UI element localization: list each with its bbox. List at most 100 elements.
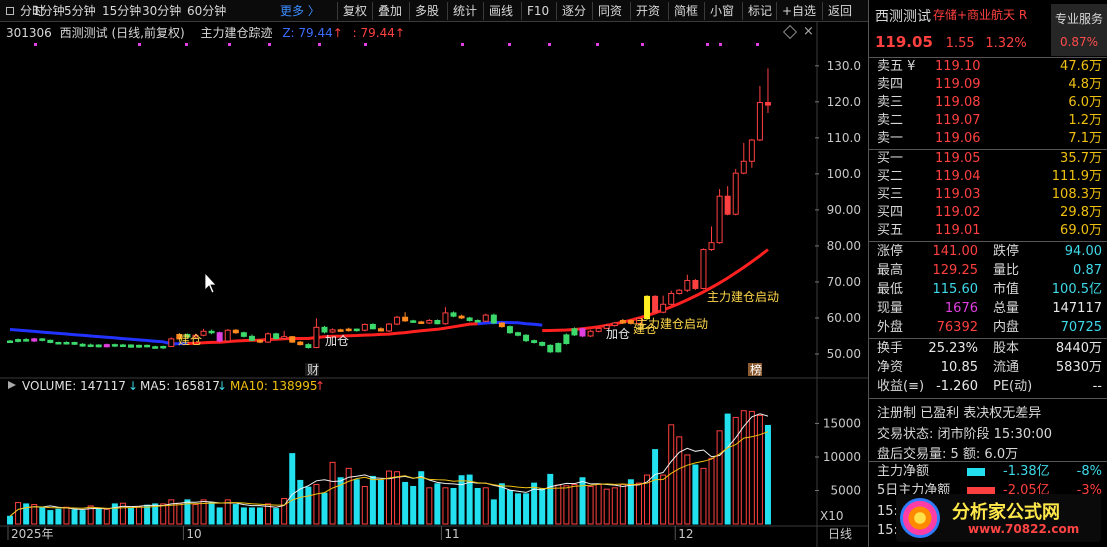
candle [458,314,465,320]
volume-bar [103,508,110,525]
candle [127,344,134,348]
quote-value: 70725 [1060,320,1102,335]
label-start: 主力建仓启动 [636,317,708,331]
candle [39,338,46,342]
volume-bar [756,414,763,525]
candlestick-chart[interactable]: 130.0 120.0 110.0 100.0 90.00 80.00 70.00 60.00… [0,0,868,547]
volume-bar [579,477,586,525]
ask-row[interactable]: 卖四 119.09 4.8万 [869,76,1107,94]
ask-cell: 119.08 [935,95,981,110]
candle [313,318,320,349]
bid-row[interactable]: 买一 119.05 35.7万 [869,150,1107,168]
volume-bar [289,453,296,525]
ask-row[interactable]: 卖五 ¥ 119.10 47.6万 [869,58,1107,76]
candle [95,344,102,348]
volume-bar [15,502,22,525]
volume-axis-label: 15000 [823,416,861,430]
volume-bar [660,474,667,525]
candle [232,329,239,334]
ask-cell: 4.8万 [1068,77,1102,92]
candle [31,337,38,343]
bid-cell: 119.03 [935,187,981,202]
quote-value: 8440万 [1055,341,1102,356]
volume-bar [321,492,328,525]
volume-bar [450,487,457,525]
info-line-status: 交易状态: 闭市阶段 15:30:00 [877,427,1053,442]
quote-key: 最低 [877,282,904,297]
volume-axis-label: 5000 [830,483,861,497]
volume-bar [361,485,368,525]
candle [523,334,530,343]
volume-bar [402,481,409,525]
volume-bar [160,503,167,525]
candle [764,68,771,113]
quote-value: 147117 [1052,301,1102,316]
signal-dot [756,43,759,46]
quote-value: -1.260 [936,379,978,394]
candle [216,331,223,343]
ask-row[interactable]: 卖二 119.07 1.2万 [869,112,1107,130]
panel-divider-line [869,338,1107,339]
pro-service-label: 专业服务 [1054,12,1103,26]
period-button[interactable]: 日线 [828,527,852,541]
volume-bar [692,464,699,525]
volume-bar [458,475,465,525]
volume-bar [619,483,626,525]
date-label: 11 [444,527,459,541]
quote-key: PE(动) [993,379,1033,394]
candle [224,329,231,342]
signal-dot [596,43,599,46]
bid-row[interactable]: 买二 119.04 111.9万 [869,168,1107,186]
candle [23,338,30,342]
candle [692,279,699,290]
label-build: 建仓 [178,333,202,347]
ask-cell: 卖一 [877,131,904,146]
volume-bar [523,493,530,525]
candle [684,274,691,293]
concept-tag[interactable]: 存储+商业航天 R [933,6,1027,23]
candle [345,327,352,332]
volume-label: VOLUME: 147117 [22,379,126,393]
ask-cell: 卖四 [877,77,904,92]
bid-row[interactable]: 买四 119.02 29.8万 [869,204,1107,222]
volume-bar [426,487,433,525]
candle [482,313,489,322]
ma5-arrow: ↓ [217,379,227,393]
candle [700,248,707,290]
candle [474,319,481,323]
ask-cell: 119.07 [935,113,981,128]
quote-row: 最高 129.25 量比 0.87 [869,262,1107,280]
volume-bar [482,487,489,525]
candle [386,323,392,333]
bid-cell: 买四 [877,205,904,220]
collapse-triangle-icon[interactable] [8,381,16,389]
volume-bar [240,507,247,525]
ask-cell: 119.06 [935,131,981,146]
volume-bar [95,508,102,525]
candle [305,343,312,349]
ask-row[interactable]: 卖三 119.08 6.0万 [869,94,1107,112]
watermark: 分析家公式网 www.70822.com [896,494,1101,542]
bid-row[interactable]: 买三 119.03 108.3万 [869,186,1107,204]
candle [756,85,763,142]
signal-dot [34,43,37,46]
bid-cell: 买一 [877,151,904,166]
volume-unit: X10 [820,509,844,523]
bid-cell: 买三 [877,187,904,202]
volume-bar [297,479,304,525]
flow-pct: -8% [1076,464,1102,479]
volume-bar [740,410,747,525]
label-start: 主力建仓启动 [707,290,779,304]
candle [281,330,288,340]
bid-row[interactable]: 买五 119.01 69.0万 [869,222,1107,240]
volume-bar [506,489,513,525]
candle [724,186,731,216]
ma5-label: MA5: 165817 [140,379,220,393]
volume-axis-label: 10000 [823,450,861,464]
quote-key: 涨停 [877,244,904,259]
candle [442,307,449,325]
pro-service-button[interactable]: 专业服务 0.87% [1051,4,1107,56]
price-axis-label: 100.0 [827,167,861,181]
candle [248,334,255,342]
ask-row[interactable]: 卖一 119.06 7.1万 [869,130,1107,148]
